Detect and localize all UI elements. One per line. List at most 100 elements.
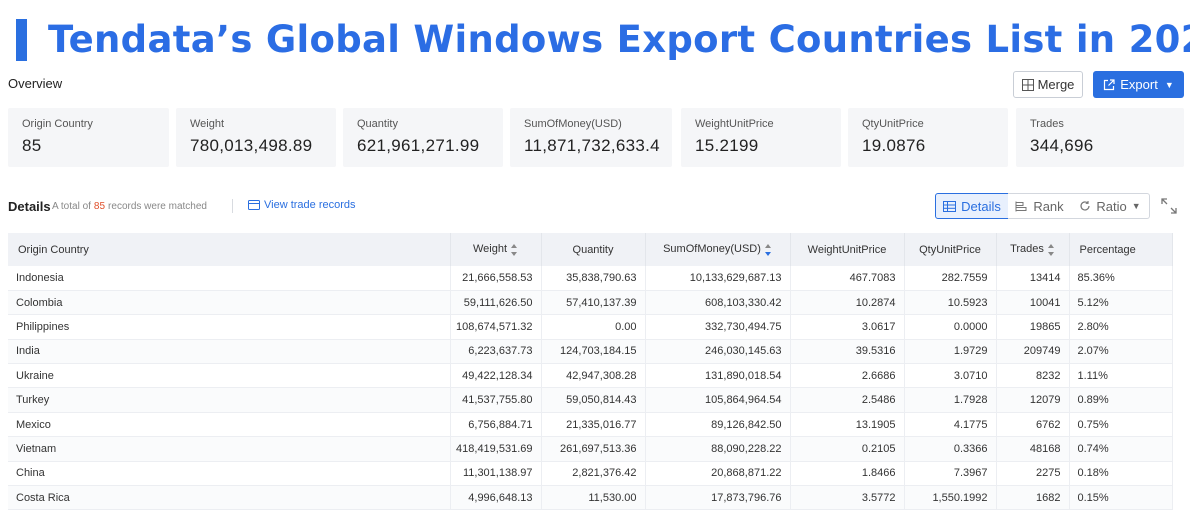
cell-trades: 1682 bbox=[996, 485, 1070, 511]
merge-button[interactable]: Merge bbox=[1013, 71, 1083, 98]
column-header-sum-of-money[interactable]: SumOfMoney(USD) bbox=[645, 233, 791, 266]
cell-weight: 59,111,626.50 bbox=[450, 290, 542, 316]
tab-rank-label: Rank bbox=[1033, 198, 1064, 214]
cell-sum-of-money: 20,868,871.22 bbox=[645, 461, 791, 487]
cell-weight: 108,674,571.32 bbox=[450, 314, 542, 340]
cell-weight-unit-price: 3.0617 bbox=[790, 314, 905, 340]
view-trade-records-link[interactable]: View trade records bbox=[248, 199, 356, 211]
cell-origin-country: Costa Rica bbox=[8, 485, 451, 511]
cell-qty-unit-price: 1,550.1992 bbox=[904, 485, 997, 511]
column-header-weight-unit-price[interactable]: WeightUnitPrice bbox=[790, 233, 905, 266]
table-row[interactable]: Mexico 6,756,884.71 21,335,016.77 89,126,84… bbox=[8, 412, 1173, 438]
cell-qty-unit-price: 10.5923 bbox=[904, 290, 997, 316]
table-row[interactable]: Philippines 108,674,571.32 0.00 332,730,494… bbox=[8, 314, 1173, 340]
table-row[interactable]: Vietnam 418,419,531.69 261,697,513.36 88,09… bbox=[8, 436, 1173, 462]
cell-qty-unit-price: 4.1775 bbox=[904, 412, 997, 438]
cell-origin-country: China bbox=[8, 461, 451, 487]
stat-card-quantity: Quantity 621,961,271.99 bbox=[343, 108, 503, 167]
rank-icon bbox=[1015, 201, 1027, 211]
table-row[interactable]: China 11,301,138.97 2,821,376.42 20,868,871… bbox=[8, 461, 1173, 487]
cell-sum-of-money: 332,730,494.75 bbox=[645, 314, 791, 340]
sort-icon[interactable] bbox=[764, 243, 772, 256]
sort-icon[interactable] bbox=[1047, 243, 1055, 256]
stat-label: Origin Country bbox=[22, 118, 93, 130]
stat-label: Weight bbox=[190, 118, 225, 130]
records-count: 85 bbox=[93, 201, 106, 212]
stat-label: SumOfMoney(USD) bbox=[524, 118, 622, 130]
stat-card-sum-of-money: SumOfMoney(USD) 11,871,732,633.4 bbox=[510, 108, 672, 167]
column-header-percentage[interactable]: Percentage bbox=[1069, 233, 1173, 266]
table-row[interactable]: Indonesia 21,666,558.53 35,838,790.63 10,13… bbox=[8, 266, 1173, 291]
cell-weight-unit-price: 2.6686 bbox=[790, 363, 905, 389]
chevron-down-icon: ▼ bbox=[1164, 79, 1174, 90]
stat-value: 11,871,732,633.4 bbox=[524, 136, 660, 155]
table-row[interactable]: India 6,223,637.73 124,703,184.15 246,030,1… bbox=[8, 339, 1173, 365]
details-heading: Details bbox=[8, 199, 51, 214]
cell-sum-of-money: 105,864,964.54 bbox=[645, 387, 791, 413]
cell-weight-unit-price: 0.2105 bbox=[790, 436, 905, 462]
cell-qty-unit-price: 0.3366 bbox=[904, 436, 997, 462]
cell-weight: 418,419,531.69 bbox=[450, 436, 542, 462]
cell-quantity: 261,697,513.36 bbox=[541, 436, 646, 462]
fullscreen-icon[interactable] bbox=[1160, 197, 1178, 215]
stat-label: QtyUnitPrice bbox=[862, 118, 924, 130]
merge-button-label: Merge bbox=[1037, 77, 1075, 92]
cell-qty-unit-price: 282.7559 bbox=[904, 266, 997, 291]
cell-trades: 13414 bbox=[996, 266, 1070, 291]
cell-weight: 6,223,637.73 bbox=[450, 339, 542, 365]
column-header-origin-country[interactable]: Origin Country bbox=[8, 233, 451, 266]
cell-sum-of-money: 10,133,629,687.13 bbox=[645, 266, 791, 291]
cell-qty-unit-price: 0.0000 bbox=[904, 314, 997, 340]
stat-label: Trades bbox=[1030, 118, 1064, 130]
cell-origin-country: Turkey bbox=[8, 387, 451, 413]
cell-percentage: 0.75% bbox=[1069, 412, 1173, 438]
table-row[interactable]: Ukraine 49,422,128.34 42,947,308.28 131,890… bbox=[8, 363, 1173, 389]
table-row[interactable]: Turkey 41,537,755.80 59,050,814.43 105,864,… bbox=[8, 387, 1173, 413]
cell-weight: 4,996,648.13 bbox=[450, 485, 542, 511]
cell-sum-of-money: 246,030,145.63 bbox=[645, 339, 791, 365]
cell-qty-unit-price: 1.7928 bbox=[904, 387, 997, 413]
cell-sum-of-money: 17,873,796.76 bbox=[645, 485, 791, 511]
export-button[interactable]: Export ▼ bbox=[1093, 71, 1184, 98]
cell-qty-unit-price: 7.3967 bbox=[904, 461, 997, 487]
cell-quantity: 2,821,376.42 bbox=[541, 461, 646, 487]
cell-quantity: 21,335,016.77 bbox=[541, 412, 646, 438]
cell-percentage: 0.15% bbox=[1069, 485, 1173, 511]
cell-trades: 48168 bbox=[996, 436, 1070, 462]
view-trade-records-label: View trade records bbox=[264, 199, 356, 211]
export-icon bbox=[1104, 78, 1115, 90]
cell-trades: 8232 bbox=[996, 363, 1070, 389]
stat-value: 344,696 bbox=[1030, 136, 1094, 155]
cell-quantity: 59,050,814.43 bbox=[541, 387, 646, 413]
cell-origin-country: Mexico bbox=[8, 412, 451, 438]
column-header-quantity[interactable]: Quantity bbox=[541, 233, 646, 266]
cell-percentage: 0.18% bbox=[1069, 461, 1173, 487]
cell-origin-country: Vietnam bbox=[8, 436, 451, 462]
cell-trades: 209749 bbox=[996, 339, 1070, 365]
stat-card-trades: Trades 344,696 bbox=[1016, 108, 1184, 167]
table-row[interactable]: Costa Rica 4,996,648.13 11,530.00 17,873,79… bbox=[8, 485, 1173, 511]
cell-weight-unit-price: 467.7083 bbox=[790, 266, 905, 291]
column-header-qty-unit-price[interactable]: QtyUnitPrice bbox=[904, 233, 997, 266]
stat-value: 85 bbox=[22, 136, 42, 155]
tab-details[interactable]: Details bbox=[935, 193, 1009, 219]
cell-quantity: 35,838,790.63 bbox=[541, 266, 646, 291]
trade-table: Origin Country Weight Quantity SumOfMone… bbox=[8, 233, 1173, 511]
cell-percentage: 2.80% bbox=[1069, 314, 1173, 340]
cell-weight: 41,537,755.80 bbox=[450, 387, 542, 413]
column-header-weight[interactable]: Weight bbox=[450, 233, 542, 266]
card-icon bbox=[248, 200, 260, 210]
cell-quantity: 42,947,308.28 bbox=[541, 363, 646, 389]
stat-card-weight-unit-price: WeightUnitPrice 15.2199 bbox=[681, 108, 841, 167]
tab-ratio[interactable]: Ratio ▼ bbox=[1071, 193, 1150, 219]
sort-icon[interactable] bbox=[511, 243, 518, 256]
tab-rank[interactable]: Rank bbox=[1008, 193, 1072, 219]
cell-origin-country: Indonesia bbox=[8, 266, 451, 291]
table-row[interactable]: Colombia 59,111,626.50 57,410,137.39 608,10… bbox=[8, 290, 1173, 316]
column-header-trades[interactable]: Trades bbox=[996, 233, 1070, 266]
cell-weight-unit-price: 2.5486 bbox=[790, 387, 905, 413]
cell-quantity: 124,703,184.15 bbox=[541, 339, 646, 365]
cell-sum-of-money: 88,090,228.22 bbox=[645, 436, 791, 462]
cell-trades: 12079 bbox=[996, 387, 1070, 413]
cell-percentage: 5.12% bbox=[1069, 290, 1173, 316]
